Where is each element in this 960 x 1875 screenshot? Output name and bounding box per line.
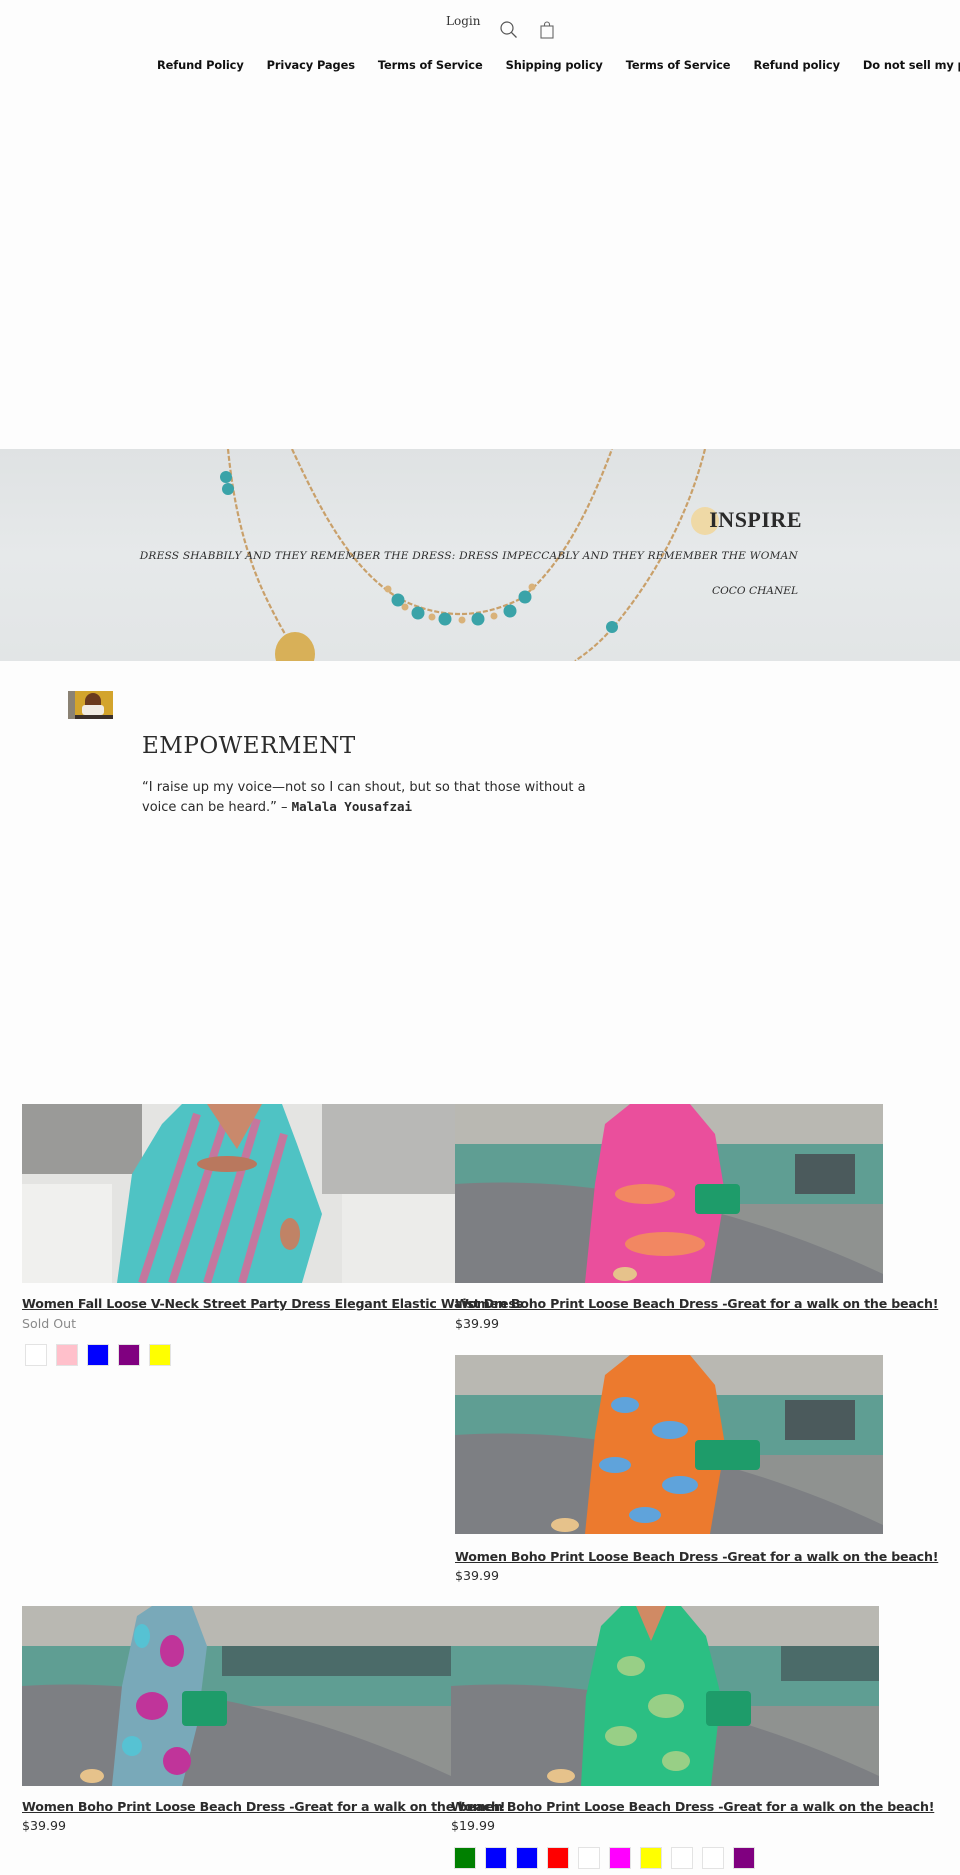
banner-quote: DRESS SHABBILY AND THEY REMEMBER THE DRE… — [139, 550, 798, 562]
product-image — [455, 1355, 883, 1534]
color-swatch[interactable] — [149, 1344, 171, 1366]
nav-shipping-policy[interactable]: Shipping policy — [506, 58, 603, 72]
product-image-link[interactable] — [22, 1104, 455, 1283]
search-button[interactable] — [499, 20, 519, 40]
nav-do-not-sell[interactable]: Do not sell my personal info — [863, 58, 960, 72]
product-price: $39.99 — [22, 1818, 67, 1833]
thumbnail-figure-base — [75, 715, 113, 719]
product-title[interactable]: Women Boho Print Loose Beach Dress -Grea… — [22, 1799, 505, 1814]
product-image — [451, 1606, 879, 1786]
color-swatch[interactable] — [87, 1344, 109, 1366]
nav-terms-of-service-2[interactable]: Terms of Service — [626, 58, 731, 72]
product-image — [22, 1104, 455, 1283]
nav-refund-policy[interactable]: Refund Policy — [157, 58, 244, 72]
product-image-link[interactable] — [455, 1355, 883, 1534]
product-card: Women Fall Loose V-Neck Street Party Dre… — [22, 1104, 523, 1366]
nav-refund-policy-2[interactable]: Refund policy — [753, 58, 840, 72]
product-card: Women Boho Print Loose Beach Dress -Grea… — [455, 1355, 938, 1583]
product-image-link[interactable] — [451, 1606, 879, 1786]
product-title[interactable]: Women Boho Print Loose Beach Dress -Grea… — [455, 1296, 938, 1311]
thumbnail-edge — [68, 691, 75, 719]
banner-author: COCO CHANEL — [712, 585, 798, 597]
banner-title: INSPIRE — [709, 507, 802, 532]
product-card: Women Boho Print Loose Beach Dress -Grea… — [451, 1606, 934, 1869]
product-title[interactable]: Women Boho Print Loose Beach Dress -Grea… — [451, 1799, 934, 1814]
product-price: $19.99 — [451, 1818, 496, 1833]
product-title[interactable]: Women Fall Loose V-Neck Street Party Dre… — [22, 1296, 523, 1311]
nav-terms-of-service[interactable]: Terms of Service — [378, 58, 483, 72]
color-swatch[interactable] — [118, 1344, 140, 1366]
empowerment-title: EMPOWERMENT — [142, 733, 356, 759]
color-swatch[interactable] — [671, 1847, 693, 1869]
color-swatch[interactable] — [547, 1847, 569, 1869]
product-price: $39.99 — [455, 1568, 500, 1583]
inspire-banner: INSPIRE DRESS SHABBILY AND THEY REMEMBER… — [0, 449, 960, 661]
empowerment-thumbnail[interactable] — [68, 691, 113, 719]
color-swatch[interactable] — [733, 1847, 755, 1869]
color-swatch[interactable] — [454, 1847, 476, 1869]
login-link[interactable]: Login — [446, 14, 480, 28]
main-nav: Refund Policy Privacy Pages Terms of Ser… — [157, 58, 960, 72]
product-price: $39.99 — [455, 1316, 500, 1331]
search-icon — [500, 21, 517, 38]
product-image-link[interactable] — [455, 1104, 883, 1283]
product-card: Women Boho Print Loose Beach Dress -Grea… — [22, 1606, 505, 1833]
product-image-link[interactable] — [22, 1606, 451, 1786]
color-swatches — [25, 1344, 180, 1366]
color-swatch[interactable] — [609, 1847, 631, 1869]
color-swatch[interactable] — [640, 1847, 662, 1869]
product-image — [22, 1606, 451, 1786]
color-swatch[interactable] — [702, 1847, 724, 1869]
cart-button[interactable] — [537, 20, 557, 40]
shopping-bag-icon — [540, 21, 554, 39]
color-swatch[interactable] — [578, 1847, 600, 1869]
color-swatch[interactable] — [25, 1344, 47, 1366]
product-card: Women Boho Print Loose Beach Dress -Grea… — [455, 1104, 938, 1331]
nav-privacy-pages[interactable]: Privacy Pages — [267, 58, 355, 72]
color-swatch[interactable] — [56, 1344, 78, 1366]
product-image — [455, 1104, 883, 1283]
color-swatches — [454, 1847, 764, 1869]
product-sold-out: Sold Out — [22, 1316, 77, 1331]
empowerment-author: Malala Yousafzai — [291, 799, 413, 814]
empowerment-quote: “I raise up my voice—not so I can shout,… — [142, 778, 612, 817]
color-swatch[interactable] — [485, 1847, 507, 1869]
thumbnail-figure-body — [82, 705, 104, 715]
product-title[interactable]: Women Boho Print Loose Beach Dress -Grea… — [455, 1549, 938, 1564]
color-swatch[interactable] — [516, 1847, 538, 1869]
